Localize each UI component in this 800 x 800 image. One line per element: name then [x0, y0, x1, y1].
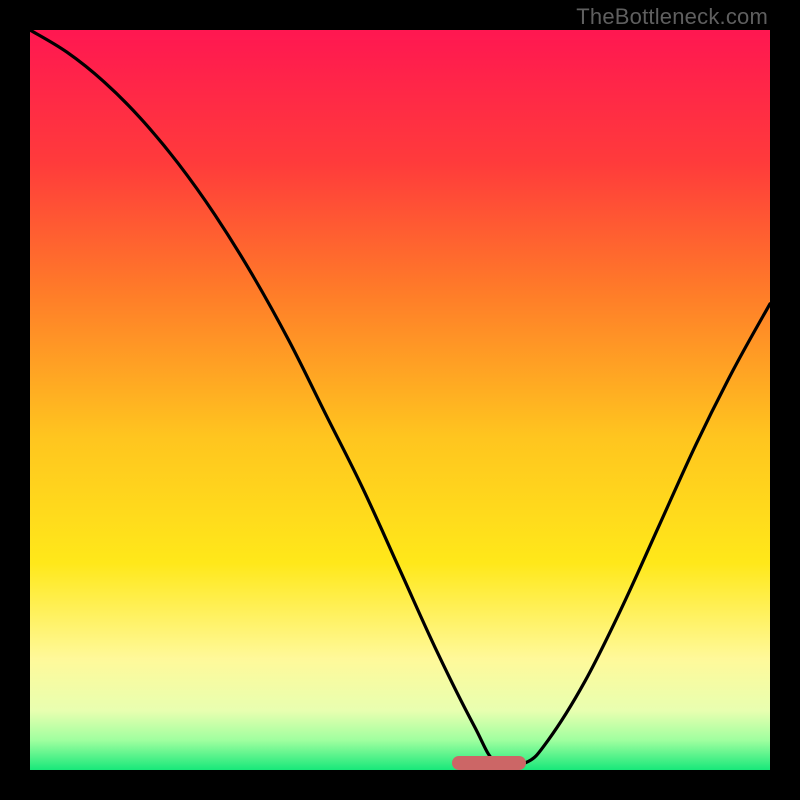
chart-frame: TheBottleneck.com: [0, 0, 800, 800]
attribution-label: TheBottleneck.com: [576, 4, 768, 30]
optimal-range-marker: [452, 756, 526, 770]
plot-area: [30, 30, 770, 770]
bottleneck-curve: [30, 30, 770, 770]
